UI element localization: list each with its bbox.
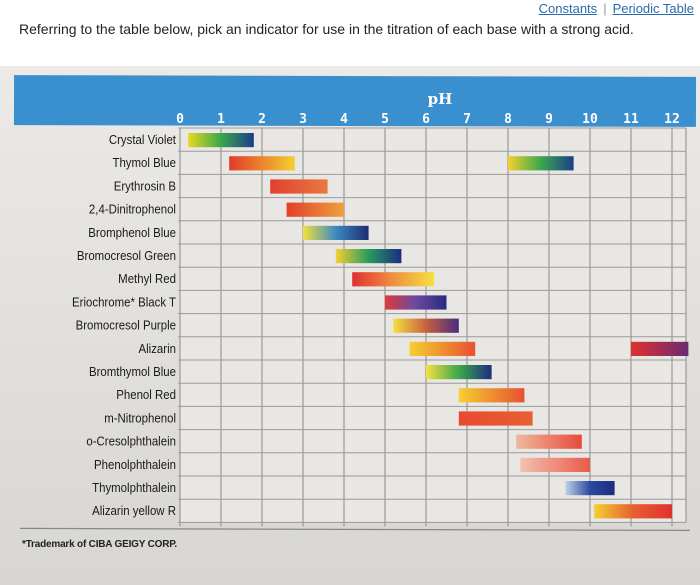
- indicator-range-bar: [335, 249, 402, 264]
- x-tick-label: 8: [504, 112, 512, 127]
- indicator-range-bar: [270, 179, 328, 194]
- indicator-range-bar: [393, 318, 459, 333]
- row-label: o-Cresolphthalein: [86, 434, 176, 449]
- indicator-range-bar: [594, 504, 672, 519]
- row-label: 2,4-Dinitrophenol: [89, 202, 176, 217]
- footnote: *Trademark of CIBA GEIGY CORP.: [22, 539, 177, 550]
- table-bottom-rule: [19, 527, 691, 532]
- row-label: Eriochrome* Black T: [72, 295, 176, 310]
- x-tick-label: 3: [299, 112, 307, 127]
- indicator-range-bar: [565, 481, 615, 496]
- indicator-range-bar: [385, 295, 447, 310]
- x-tick-label: 2: [258, 112, 266, 127]
- row-label: Bromocresol Green: [77, 248, 176, 263]
- indicator-range-bar: [631, 341, 689, 356]
- indicator-range-bar: [426, 365, 492, 380]
- indicator-chart: 0 1 2 3 4 5 6 7 8 9 10 11 12Crystal VioletThymol Blu…: [19, 90, 691, 532]
- row-label: Bromthymol Blue: [89, 364, 176, 379]
- row-label: Bromphenol Blue: [88, 225, 176, 240]
- indicator-range-bar: [286, 202, 344, 217]
- indicator-range-bar: [458, 388, 525, 403]
- x-tick-label: 7: [463, 112, 471, 127]
- row-label: Thymolphthalein: [92, 480, 176, 495]
- x-tick-label: 10: [582, 112, 598, 127]
- row-label: Methyl Red: [118, 272, 176, 287]
- indicator-range-bar: [520, 457, 590, 472]
- row-label: Alizarin yellow R: [92, 504, 176, 519]
- row-label: Erythrosin B: [114, 179, 176, 194]
- indicator-range-bar: [352, 272, 435, 287]
- x-tick-label: 1: [217, 112, 225, 127]
- row-label: m-Nitrophenol: [104, 411, 176, 426]
- row-label: Thymol Blue: [112, 156, 176, 171]
- indicator-range-bar: [303, 225, 369, 240]
- row-label: Phenolphthalein: [94, 457, 176, 472]
- indicator-range-bar: [516, 434, 582, 449]
- x-tick-label: 5: [381, 112, 389, 127]
- x-tick-label: 6: [422, 112, 430, 127]
- x-tick-label: 0: [176, 112, 184, 127]
- x-tick-label: 9: [545, 112, 553, 127]
- x-tick-label: 11: [623, 112, 639, 127]
- indicator-range-bar: [458, 411, 533, 426]
- row-label: Phenol Red: [116, 388, 176, 403]
- x-tick-label: 4: [340, 112, 348, 127]
- indicator-range-bar: [188, 133, 254, 148]
- indicator-range-bar: [229, 156, 295, 171]
- x-axis-label: pH: [428, 90, 453, 108]
- indicator-range-bar: [409, 341, 476, 356]
- row-label: Crystal Violet: [109, 132, 177, 147]
- indicator-range-bar: [508, 156, 574, 171]
- row-label: Bromocresol Purple: [76, 318, 177, 333]
- x-tick-label: 12: [664, 112, 680, 127]
- row-label: Alizarin: [139, 341, 177, 356]
